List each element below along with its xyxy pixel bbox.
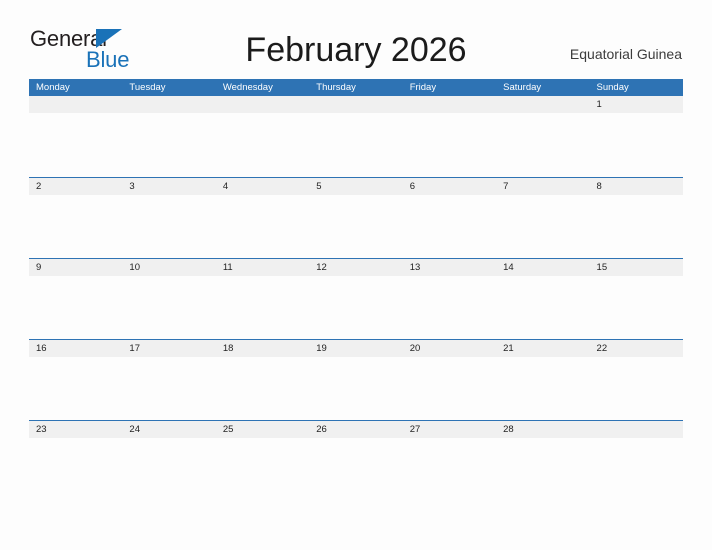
day-number: 16 (36, 343, 47, 354)
day-number: 10 (129, 262, 140, 273)
day-number-band (215, 178, 310, 195)
calendar-day-cell[interactable]: 25 (215, 421, 310, 501)
day-number: 28 (503, 424, 514, 435)
day-number: 27 (409, 424, 421, 435)
day-number-band (589, 421, 683, 438)
day-number-band (402, 96, 497, 113)
calendar-body: 1 2 3 4 5 6 7 8 9 10 11 12 13 14 15 16 17 18 19 20 21 22 23 24 2… (29, 96, 683, 501)
day-number: 20 (409, 343, 421, 354)
calendar-day-cell-empty (309, 96, 403, 177)
calendar-day-cell[interactable]: 19 (309, 340, 403, 420)
calendar-day-cell[interactable]: 14 (496, 259, 590, 339)
day-number: 24 (129, 424, 140, 435)
region-label: Equatorial Guinea (569, 46, 682, 62)
calendar-day-cell[interactable]: 12 (309, 259, 403, 339)
day-number: 8 (596, 181, 602, 192)
calendar-day-cell[interactable]: 23 (29, 421, 123, 501)
day-number-band (496, 96, 590, 113)
day-number-band (122, 178, 216, 195)
calendar-day-cell[interactable]: 5 (309, 178, 403, 258)
calendar-day-cell[interactable]: 21 (496, 340, 590, 420)
day-number-band (122, 96, 216, 113)
weekday-header-tuesday: Tuesday (129, 82, 166, 93)
day-number: 14 (503, 262, 514, 273)
day-number-band (215, 96, 310, 113)
calendar-day-cell[interactable]: 7 (496, 178, 590, 258)
day-number: 17 (129, 343, 140, 354)
calendar-day-cell-empty (496, 96, 590, 177)
calendar-day-cell[interactable]: 8 (589, 178, 683, 258)
day-number: 19 (316, 343, 327, 354)
day-number: 1 (596, 99, 602, 110)
weekday-header-friday: Friday (409, 82, 437, 93)
day-number: 11 (222, 262, 233, 273)
calendar-grid: Monday Tuesday Wednesday Thursday Friday Satu… (29, 79, 683, 501)
calendar-week-row: 16 17 18 19 20 21 22 (29, 339, 683, 420)
calendar-day-cell[interactable]: 20 (402, 340, 497, 420)
day-number: 25 (222, 424, 234, 435)
day-number-band (29, 259, 123, 276)
weekday-header-monday: Monday (36, 82, 70, 93)
weekday-header-row: Monday Tuesday Wednesday Thursday Friday Satu… (29, 79, 683, 96)
calendar-day-cell-empty (402, 96, 497, 177)
day-number: 15 (596, 262, 608, 273)
calendar-day-cell[interactable]: 2 (29, 178, 123, 258)
weekday-header-sunday: Sunday (596, 82, 629, 93)
day-number: 4 (222, 181, 229, 192)
calendar-day-cell[interactable]: 11 (215, 259, 310, 339)
day-number: 7 (503, 181, 509, 192)
day-number: 6 (409, 181, 415, 192)
calendar-week-row: 23 24 25 26 27 28 (29, 420, 683, 501)
day-number-band (589, 96, 683, 113)
calendar-day-cell[interactable]: 10 (122, 259, 216, 339)
calendar-day-cell[interactable]: 13 (402, 259, 497, 339)
calendar-day-cell-empty (215, 96, 310, 177)
day-number: 22 (596, 343, 608, 354)
day-number: 12 (316, 262, 327, 273)
day-number-band (402, 178, 497, 195)
calendar-day-cell-empty (589, 421, 683, 501)
calendar-day-cell[interactable]: 3 (122, 178, 216, 258)
calendar-day-cell[interactable]: 26 (309, 421, 403, 501)
calendar-day-cell[interactable]: 17 (122, 340, 216, 420)
weekday-header-thursday: Thursday (316, 82, 356, 93)
calendar-day-cell[interactable]: 4 (215, 178, 310, 258)
calendar-day-cell[interactable]: 18 (215, 340, 310, 420)
day-number: 3 (129, 181, 135, 192)
calendar-week-row: 1 (29, 96, 683, 177)
calendar-day-cell[interactable]: 6 (402, 178, 497, 258)
day-number-band (29, 178, 123, 195)
day-number: 18 (222, 343, 234, 354)
calendar-day-cell[interactable]: 16 (29, 340, 123, 420)
calendar-day-cell[interactable]: 22 (589, 340, 683, 420)
day-number: 2 (36, 181, 42, 192)
day-number: 26 (316, 424, 327, 435)
day-number-band (589, 178, 683, 195)
day-number: 5 (316, 181, 322, 192)
calendar-day-cell[interactable]: 1 (589, 96, 683, 177)
calendar-day-cell[interactable]: 27 (402, 421, 497, 501)
calendar-day-cell[interactable]: 15 (589, 259, 683, 339)
weekday-header-saturday: Saturday (503, 82, 542, 93)
day-number-band (309, 96, 403, 113)
day-number-band (29, 96, 123, 113)
calendar-day-cell-empty (122, 96, 216, 177)
calendar-day-cell-empty (29, 96, 123, 177)
day-number: 13 (409, 262, 421, 273)
calendar-day-cell[interactable]: 24 (122, 421, 216, 501)
day-number: 21 (503, 343, 514, 354)
day-number-band (496, 178, 590, 195)
calendar-day-cell[interactable]: 28 (496, 421, 590, 501)
day-number: 23 (36, 424, 47, 435)
weekday-header-wednesday: Wednesday (222, 82, 273, 93)
day-number: 9 (36, 262, 42, 273)
calendar-day-cell[interactable]: 9 (29, 259, 123, 339)
calendar-week-row: 2 3 4 5 6 7 8 (29, 177, 683, 258)
page-header: General Blue February 2026 Equatorial Gu… (0, 0, 712, 78)
day-number-band (309, 178, 403, 195)
calendar-week-row: 9 10 11 12 13 14 15 (29, 258, 683, 339)
